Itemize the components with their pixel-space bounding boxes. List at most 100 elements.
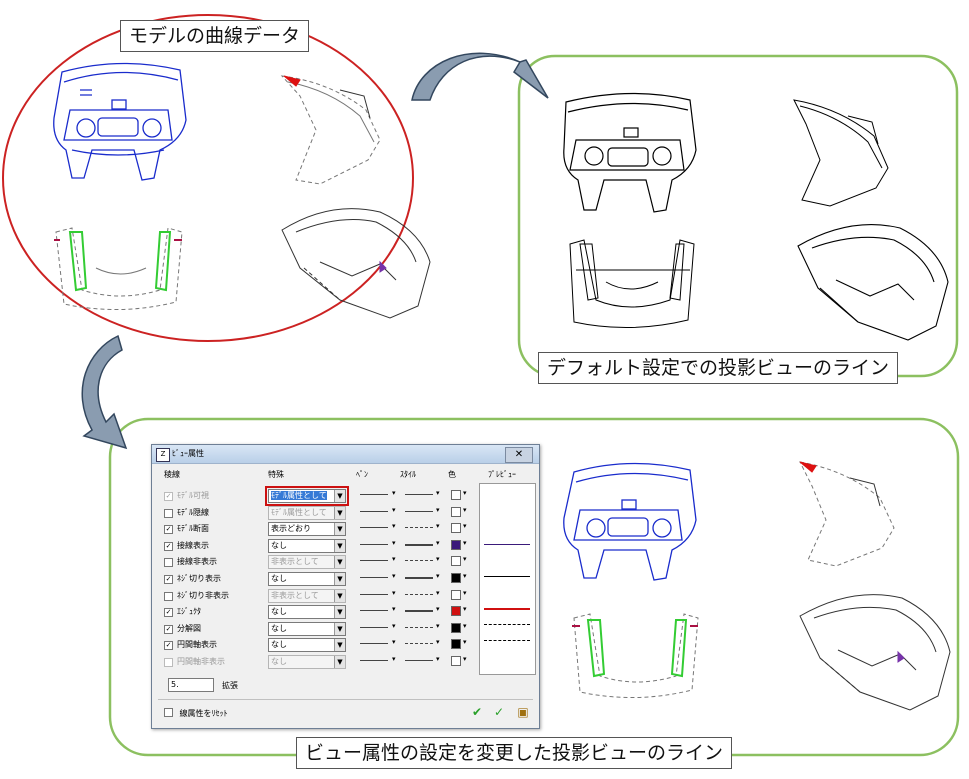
row-checkbox[interactable]: ✓ — [164, 624, 173, 634]
color-swatch[interactable] — [451, 490, 461, 500]
color-swatch[interactable] — [451, 539, 461, 550]
row-checkbox[interactable]: ✓ — [164, 575, 173, 584]
color-swatch[interactable] — [451, 556, 461, 567]
special-select[interactable]: 表示どおり ▼ — [268, 522, 346, 537]
color-dropdown-icon[interactable]: ▾ — [463, 605, 467, 613]
pen-select[interactable] — [360, 543, 388, 545]
color-swatch[interactable] — [451, 622, 461, 633]
color-swatch[interactable] — [451, 606, 461, 617]
style-dropdown-icon[interactable]: ▾ — [436, 555, 440, 563]
special-select[interactable]: なし ▼ — [268, 655, 346, 669]
reset-checkbox[interactable] — [164, 708, 173, 717]
color-dropdown-icon[interactable]: ▾ — [463, 489, 467, 497]
color-dropdown-icon[interactable]: ▾ — [463, 638, 467, 646]
pen-select[interactable] — [360, 593, 388, 595]
pen-dropdown-icon[interactable]: ▾ — [392, 655, 396, 663]
pen-dropdown-icon[interactable]: ▾ — [392, 539, 396, 547]
row-checkbox[interactable]: ✓ — [164, 525, 173, 535]
style-select[interactable] — [405, 610, 433, 613]
pen-select[interactable] — [360, 577, 388, 578]
pen-dropdown-icon[interactable]: ▾ — [392, 605, 396, 613]
style-dropdown-icon[interactable]: ▾ — [436, 589, 440, 597]
style-dropdown-icon[interactable]: ▾ — [436, 638, 440, 646]
reset-line-attributes-option[interactable]: 線属性をﾘｾｯﾄ — [164, 707, 228, 719]
row-checkbox[interactable] — [164, 658, 173, 667]
special-select[interactable]: 非表示として ▼ — [268, 555, 346, 570]
pen-dropdown-icon[interactable]: ▾ — [392, 555, 396, 563]
scale-input[interactable]: 5. — [168, 678, 214, 692]
color-dropdown-icon[interactable]: ▾ — [463, 589, 467, 597]
style-dropdown-icon[interactable]: ▾ — [436, 539, 440, 547]
style-select[interactable] — [405, 643, 433, 645]
pen-dropdown-icon[interactable]: ▾ — [392, 622, 396, 630]
pen-dropdown-icon[interactable]: ▾ — [392, 589, 396, 597]
color-swatch[interactable] — [451, 656, 461, 666]
style-select[interactable] — [405, 626, 433, 628]
special-select[interactable]: なし ▼ — [268, 572, 346, 586]
color-swatch[interactable] — [451, 639, 461, 650]
special-select[interactable]: ﾓﾃﾞﾙ属性として ▼ — [268, 505, 346, 520]
style-dropdown-icon[interactable]: ▾ — [436, 489, 440, 497]
color-dropdown-icon[interactable]: ▾ — [463, 522, 467, 530]
scale-label: 拡張 — [222, 681, 238, 690]
style-dropdown-icon[interactable]: ▾ — [436, 655, 440, 663]
close-icon[interactable]: ✕ — [505, 447, 533, 463]
style-select[interactable] — [405, 543, 433, 546]
pen-select[interactable] — [360, 510, 388, 512]
pen-select[interactable] — [360, 610, 388, 612]
row-checkbox[interactable]: ✓ — [164, 641, 173, 651]
color-dropdown-icon[interactable]: ▾ — [463, 539, 467, 547]
special-select-value: なし — [271, 607, 287, 617]
special-select[interactable]: なし ▼ — [268, 605, 346, 620]
row-checkbox[interactable]: ✓ — [164, 541, 173, 551]
row-checkbox[interactable] — [164, 508, 173, 518]
color-swatch[interactable] — [451, 523, 461, 534]
color-dropdown-icon[interactable]: ▾ — [463, 572, 467, 580]
pen-dropdown-icon[interactable]: ▾ — [392, 506, 396, 514]
pen-select[interactable] — [360, 643, 388, 645]
pen-dropdown-icon[interactable]: ▾ — [392, 489, 396, 497]
special-select[interactable]: なし ▼ — [268, 638, 346, 653]
dropdown-arrow-icon: ▼ — [334, 573, 345, 585]
pen-select[interactable] — [360, 494, 388, 495]
row-checkbox[interactable] — [164, 558, 173, 568]
pen-dropdown-icon[interactable]: ▾ — [392, 522, 396, 530]
style-select[interactable] — [405, 593, 433, 595]
style-select[interactable] — [405, 510, 433, 512]
dialog-title-bar[interactable]: Z ﾋﾞｭｰ属性 ✕ — [152, 445, 539, 464]
special-select[interactable]: ﾓﾃﾞﾙ属性として ▼ — [265, 486, 349, 506]
pen-select[interactable] — [360, 560, 388, 562]
row-checkbox[interactable]: ✓ — [164, 492, 173, 501]
default-front-view — [563, 92, 697, 213]
row-checkbox[interactable] — [164, 591, 173, 601]
color-swatch[interactable] — [451, 573, 461, 583]
options-icon[interactable]: ▣ — [516, 705, 530, 719]
style-dropdown-icon[interactable]: ▾ — [436, 622, 440, 630]
special-select[interactable]: 非表示として ▼ — [268, 588, 346, 603]
color-swatch[interactable] — [451, 589, 461, 600]
style-select[interactable] — [405, 494, 433, 495]
style-select[interactable] — [405, 577, 433, 579]
apply-checkmark-icon[interactable]: ✓ — [492, 705, 506, 719]
style-select[interactable] — [405, 527, 433, 529]
style-dropdown-icon[interactable]: ▾ — [436, 506, 440, 514]
color-dropdown-icon[interactable]: ▾ — [463, 555, 467, 563]
style-dropdown-icon[interactable]: ▾ — [436, 572, 440, 580]
pen-dropdown-icon[interactable]: ▾ — [392, 638, 396, 646]
color-dropdown-icon[interactable]: ▾ — [463, 622, 467, 630]
style-dropdown-icon[interactable]: ▾ — [436, 605, 440, 613]
style-select[interactable] — [405, 560, 433, 562]
pen-select[interactable] — [360, 527, 388, 529]
color-dropdown-icon[interactable]: ▾ — [463, 506, 467, 514]
special-select[interactable]: なし ▼ — [268, 621, 346, 636]
row-checkbox[interactable]: ✓ — [164, 608, 173, 618]
color-swatch[interactable] — [451, 506, 461, 517]
pen-select[interactable] — [360, 660, 388, 661]
ok-checkmark-icon[interactable]: ✔ — [470, 705, 484, 719]
pen-select[interactable] — [360, 626, 388, 628]
pen-dropdown-icon[interactable]: ▾ — [392, 572, 396, 580]
style-dropdown-icon[interactable]: ▾ — [436, 522, 440, 530]
special-select[interactable]: なし ▼ — [268, 538, 346, 553]
style-select[interactable] — [405, 660, 433, 661]
color-dropdown-icon[interactable]: ▾ — [463, 655, 467, 663]
